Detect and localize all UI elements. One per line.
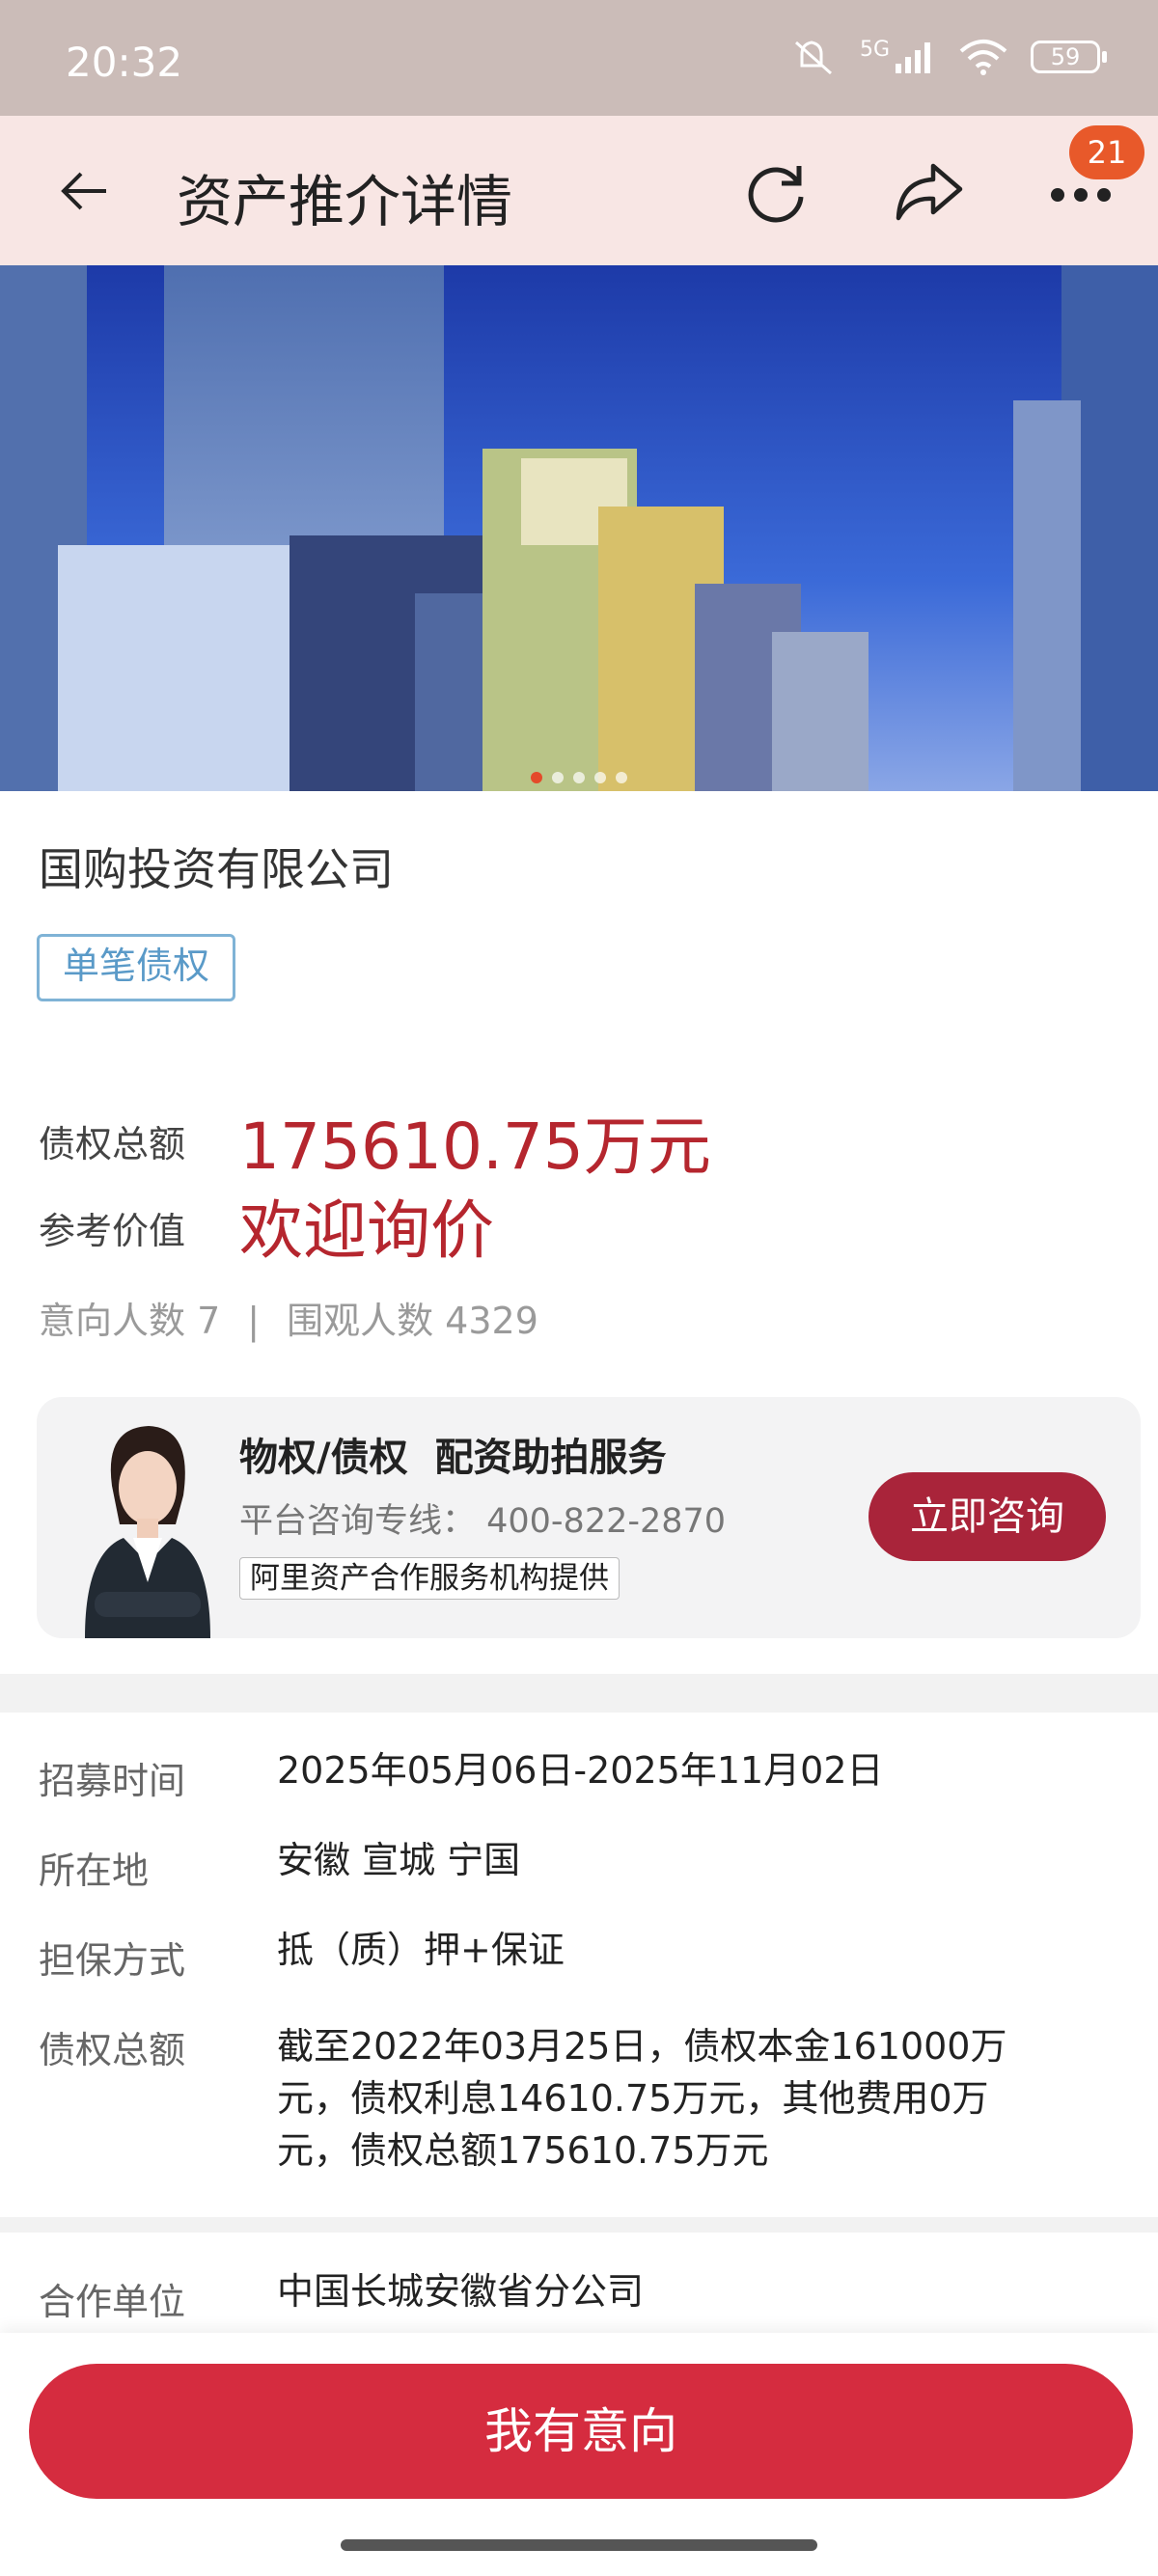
detail-label-recruit: 招募时间 — [39, 1760, 186, 1802]
wifi-icon — [959, 40, 1007, 75]
mute-icon — [794, 41, 832, 75]
building-photo — [0, 265, 1158, 791]
ref-label: 参考价值 — [39, 1210, 186, 1252]
refresh-icon[interactable] — [743, 158, 811, 226]
notification-badge: 21 — [1069, 125, 1144, 179]
detail-value-recruit: 2025年05月06日-2025年11月02日 — [277, 1749, 884, 1792]
detail-value-total: 截至2022年03月25日，债权本金161000万元，债权利息14610.75万… — [277, 2025, 1007, 2172]
nav-bar: 资产推介详情 — [0, 116, 1158, 265]
detail-label-total: 债权总额 — [39, 2029, 186, 2071]
status-icons: 5G 59 — [788, 37, 1107, 77]
carousel-dot[interactable] — [594, 772, 606, 783]
consult-title: 物权/债权 配资助拍服务 — [239, 1436, 667, 1480]
stats-separator: | — [247, 1300, 261, 1342]
ref-value: 欢迎询价 — [239, 1193, 494, 1268]
back-arrow-icon[interactable] — [56, 162, 114, 220]
battery-icon: 59 — [1031, 41, 1107, 73]
share-icon[interactable] — [893, 158, 964, 226]
view-count: 围观人数 4329 — [287, 1300, 538, 1342]
asset-tag: 单笔债权 — [37, 934, 236, 1001]
detail-value-guarantee: 抵（质）押+保证 — [277, 1929, 565, 1971]
total-label: 债权总额 — [39, 1123, 186, 1165]
page-title: 资产推介详情 — [177, 169, 513, 234]
carousel-dot[interactable] — [552, 772, 564, 783]
status-time: 20:32 — [66, 39, 183, 86]
stats-row: 意向人数 7 | 围观人数 4329 — [39, 1291, 538, 1344]
consultant-avatar — [85, 1426, 210, 1638]
network-label: 5G — [859, 37, 890, 62]
carousel-dot[interactable] — [531, 772, 542, 783]
consult-hotline[interactable]: 平台咨询专线： 400-822-2870 — [239, 1494, 726, 1543]
carousel-dot[interactable] — [573, 772, 585, 783]
section-divider — [0, 2217, 1158, 2233]
consult-card: 物权/债权 配资助拍服务 平台咨询专线： 400-822-2870 阿里资产合作… — [37, 1397, 1141, 1638]
carousel-dot[interactable] — [616, 772, 627, 783]
detail-value-location: 安徽 宣城 宁国 — [277, 1839, 521, 1881]
consult-provider: 阿里资产合作服务机构提供 — [239, 1557, 620, 1600]
hero-image[interactable] — [0, 265, 1158, 791]
section-divider — [0, 1674, 1158, 1713]
carousel-dots — [0, 772, 1158, 783]
intent-count: 意向人数 7 — [39, 1300, 221, 1342]
intent-button[interactable]: 我有意向 — [29, 2364, 1133, 2499]
company-name: 国购投资有限公司 — [39, 843, 394, 895]
home-indicator[interactable] — [341, 2539, 817, 2551]
more-icon[interactable] — [1050, 187, 1112, 203]
signal-icon — [896, 42, 930, 73]
detail-label-location: 所在地 — [39, 1850, 150, 1892]
consult-now-button[interactable]: 立即咨询 — [868, 1472, 1106, 1561]
detail-label-guarantee: 担保方式 — [39, 1939, 186, 1982]
status-bar: 20:32 5G 59 — [0, 0, 1158, 116]
partner-value: 中国长城安徽省分公司 — [277, 2270, 645, 2313]
total-amount: 175610.75万元 — [239, 1110, 711, 1184]
partner-label: 合作单位 — [39, 2281, 186, 2323]
